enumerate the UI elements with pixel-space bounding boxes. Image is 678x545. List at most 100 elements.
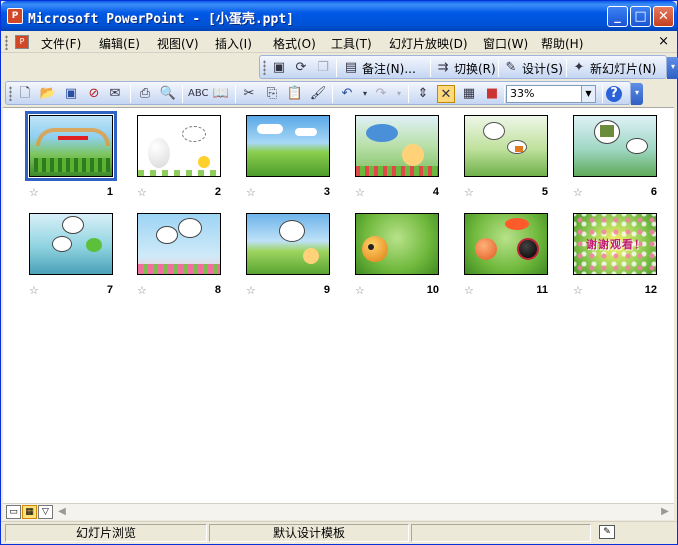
- email-icon[interactable]: ✉: [106, 85, 124, 103]
- color-grayscale-icon[interactable]: ■: [483, 85, 501, 103]
- zoom-select[interactable]: 33% ▼: [506, 85, 596, 103]
- scroll-left-icon[interactable]: ◀: [55, 505, 69, 519]
- menu-help[interactable]: 帮助(H): [541, 35, 583, 52]
- document-close-button[interactable]: ×: [658, 34, 669, 49]
- slide-thumbnail[interactable]: [25, 111, 117, 181]
- menu-file[interactable]: 文件(F): [41, 35, 81, 52]
- new-slide-button[interactable]: 新幻灯片(N): [590, 60, 656, 77]
- powerpoint-window: P Microsoft PowerPoint - [小蛋壳.ppt] _ □ ✕…: [0, 0, 678, 545]
- toolbar-options-chevron[interactable]: ▾: [631, 83, 643, 105]
- status-template[interactable]: 默认设计模板: [209, 524, 409, 542]
- open-icon[interactable]: 📂: [39, 85, 57, 103]
- print-icon[interactable]: ⎙: [136, 85, 154, 103]
- menu-insert[interactable]: 插入(I): [215, 35, 252, 52]
- spelling-icon[interactable]: ABC: [188, 85, 209, 103]
- slide-thumbnail[interactable]: [29, 213, 113, 275]
- transition-star-icon[interactable]: ☆: [573, 186, 583, 199]
- menubar-grip[interactable]: [5, 35, 8, 50]
- toolbar-separator: [430, 59, 431, 77]
- document-icon[interactable]: P: [15, 35, 29, 49]
- menu-slideshow[interactable]: 幻灯片放映(D): [389, 35, 468, 52]
- minimize-button[interactable]: _: [607, 6, 628, 27]
- design-icon[interactable]: ✎: [502, 59, 520, 77]
- grid-icon[interactable]: ▦: [460, 85, 478, 103]
- redo-dropdown-icon[interactable]: ▾: [390, 85, 408, 103]
- slide-sorter-toolbar: ▣ ⟳ ❐ ▤ 备注(N)... ⇉ 切换(R) ✎ 设计(S) ✦ 新幻灯片(…: [259, 55, 667, 79]
- transition-star-icon[interactable]: ☆: [355, 186, 365, 199]
- transition-star-icon[interactable]: ☆: [246, 186, 256, 199]
- zoom-dropdown-icon[interactable]: ▼: [581, 86, 595, 102]
- slide-thumbnail[interactable]: [137, 213, 221, 275]
- menu-window[interactable]: 窗口(W): [483, 35, 528, 52]
- slide-number: 2: [214, 186, 221, 198]
- research-icon[interactable]: 📖: [212, 85, 230, 103]
- paste-icon[interactable]: 📋: [286, 85, 304, 103]
- transition-icon[interactable]: ⇉: [434, 59, 452, 77]
- slide-sorter: ☆ 1 ☆ 2 ☆ 3 ☆ 4 ☆ 5 ☆ 6 ☆ 7 ☆ 8 ☆ 9 ☆ 10…: [3, 107, 674, 503]
- slide-thumbnail[interactable]: [464, 115, 548, 177]
- slide-thumbnail[interactable]: [355, 115, 439, 177]
- transition-star-icon[interactable]: ☆: [137, 186, 147, 199]
- notes-button[interactable]: 备注(N)...: [362, 60, 416, 77]
- transition-star-icon[interactable]: ☆: [355, 284, 365, 297]
- toolbar-options-chevron[interactable]: ▾: [667, 57, 678, 79]
- menu-tools[interactable]: 工具(T): [331, 35, 372, 52]
- slide-thumbnail[interactable]: 谢谢观看！: [573, 213, 657, 275]
- help-icon[interactable]: ?: [606, 86, 622, 102]
- new-slide-icon[interactable]: ✦: [570, 59, 588, 77]
- transition-star-icon[interactable]: ☆: [137, 284, 147, 297]
- expand-all-icon[interactable]: ⇕: [414, 85, 432, 103]
- toolbar-separator: [336, 59, 337, 77]
- toolbar-separator: [504, 85, 505, 103]
- title-bar[interactable]: P Microsoft PowerPoint - [小蛋壳.ppt] _ □ ✕: [1, 1, 677, 31]
- status-view: 幻灯片浏览: [5, 524, 207, 542]
- undo-icon[interactable]: ↶: [338, 85, 356, 103]
- horizontal-scrollbar[interactable]: ▭ ▦ ▽ ◀ ▶: [3, 503, 674, 520]
- notes-icon[interactable]: ▤: [342, 59, 360, 77]
- design-button[interactable]: 设计(S): [522, 60, 563, 77]
- show-formatting-icon[interactable]: ✕: [437, 85, 455, 103]
- transition-star-icon[interactable]: ☆: [464, 186, 474, 199]
- redo-icon[interactable]: ↷: [372, 85, 390, 103]
- transition-star-icon[interactable]: ☆: [246, 284, 256, 297]
- transition-star-icon[interactable]: ☆: [29, 284, 39, 297]
- toolbar-grip[interactable]: [263, 60, 266, 75]
- slide-sorter-view-icon[interactable]: ▦: [22, 505, 37, 519]
- hide-slide-icon[interactable]: ▣: [270, 59, 288, 77]
- copy-icon[interactable]: ⎘: [263, 85, 281, 103]
- save-icon[interactable]: ▣: [62, 85, 80, 103]
- summary-slide-icon[interactable]: ⟳: [292, 59, 310, 77]
- toolbar-separator: [332, 85, 333, 103]
- cut-icon[interactable]: ✂: [240, 85, 258, 103]
- toolbar-grip[interactable]: [9, 86, 12, 101]
- transition-star-icon[interactable]: ☆: [29, 186, 39, 199]
- transition-star-icon[interactable]: ☆: [573, 284, 583, 297]
- permission-icon[interactable]: ⊘: [85, 85, 103, 103]
- expand-icon[interactable]: ❐: [314, 59, 332, 77]
- toolbar-separator: [235, 85, 236, 103]
- spelling-status-icon[interactable]: ✎: [599, 525, 615, 539]
- transition-button[interactable]: 切换(R): [454, 60, 496, 77]
- slide-thumbnail[interactable]: [137, 115, 221, 177]
- slide-thumbnail[interactable]: [355, 213, 439, 275]
- maximize-button[interactable]: □: [630, 6, 651, 27]
- slide-number: 9: [323, 284, 330, 296]
- slide-number: 3: [323, 186, 330, 198]
- menu-format[interactable]: 格式(O): [273, 35, 316, 52]
- normal-view-icon[interactable]: ▭: [6, 505, 21, 519]
- slide-thumbnail[interactable]: [464, 213, 548, 275]
- transition-star-icon[interactable]: ☆: [464, 284, 474, 297]
- slide-thumbnail[interactable]: [573, 115, 657, 177]
- toolbar-separator: [566, 59, 567, 77]
- print-preview-icon[interactable]: 🔍: [159, 85, 177, 103]
- scroll-right-icon[interactable]: ▶: [658, 505, 672, 519]
- powerpoint-icon[interactable]: P: [7, 8, 23, 24]
- slide-thumbnail[interactable]: [246, 115, 330, 177]
- format-painter-icon[interactable]: 🖌: [309, 85, 327, 103]
- new-icon[interactable]: 🗋: [16, 85, 34, 103]
- slide-thumbnail[interactable]: [246, 213, 330, 275]
- slideshow-view-icon[interactable]: ▽: [38, 505, 53, 519]
- menu-view[interactable]: 视图(V): [157, 35, 199, 52]
- close-button[interactable]: ✕: [653, 6, 674, 27]
- menu-edit[interactable]: 编辑(E): [99, 35, 140, 52]
